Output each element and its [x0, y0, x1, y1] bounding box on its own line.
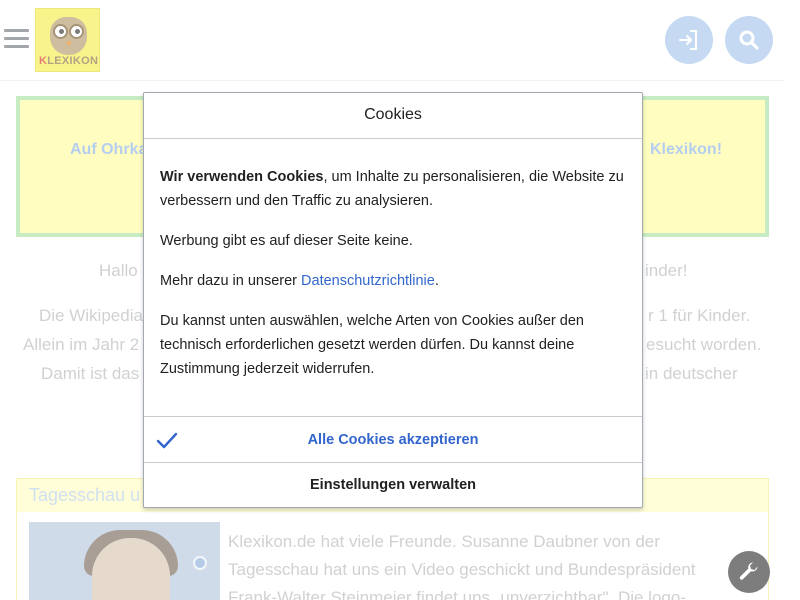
- checkmark-icon: [156, 432, 178, 449]
- privacy-prefix: Mehr dazu in unserer: [160, 273, 302, 289]
- privacy-policy-link[interactable]: Datenschutzrichtlinie: [301, 273, 435, 289]
- manage-settings-button[interactable]: Einstellungen verwalten: [144, 462, 642, 507]
- manage-button-label: Einstellungen verwalten: [310, 477, 476, 493]
- accept-all-cookies-button[interactable]: Alle Cookies akzeptieren: [144, 416, 642, 462]
- wrench-icon: [739, 562, 758, 580]
- cookie-intro-bold: Wir verwenden Cookies: [160, 169, 324, 185]
- privacy-paragraph: Mehr dazu in unserer Datenschutzrichtlin…: [160, 269, 626, 293]
- consent-paragraph: Du kannst unten auswählen, welche Arten …: [160, 313, 584, 377]
- cookie-dialog: Cookies Wir verwenden Cookies, um Inhalt…: [143, 92, 643, 508]
- tools-button[interactable]: [728, 551, 770, 593]
- cookie-intro-paragraph: Wir verwenden Cookies, um Inhalte zu per…: [160, 165, 626, 213]
- dialog-title: Cookies: [144, 93, 642, 139]
- accept-button-label: Alle Cookies akzeptieren: [307, 431, 479, 448]
- privacy-suffix: .: [434, 273, 439, 289]
- no-ads-paragraph: Werbung gibt es auf dieser Seite keine.: [160, 233, 413, 249]
